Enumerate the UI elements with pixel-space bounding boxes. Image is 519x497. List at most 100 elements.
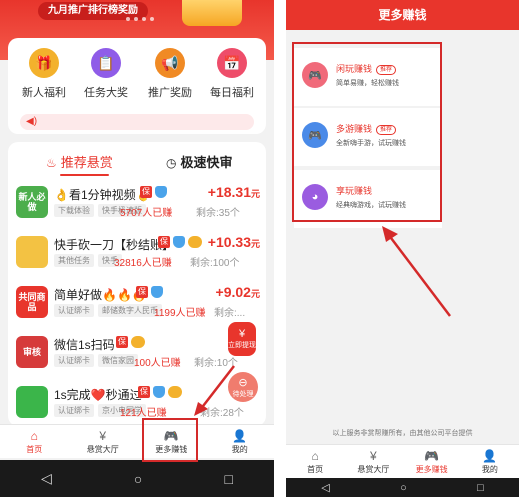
earned-count: 32816人已赚	[114, 258, 172, 269]
task-thumbnail: 审核	[16, 336, 48, 368]
reward-price: +10.33元	[208, 234, 260, 250]
task-title: 1s完成❤️秒通过	[54, 388, 142, 402]
recent-apps-icon[interactable]: □	[224, 471, 232, 487]
earned-count: 100人已赚	[134, 358, 181, 369]
home-icon: ⌂	[30, 429, 38, 443]
gift-box-illustration	[182, 0, 242, 26]
earned-count: 5707人已赚	[120, 208, 173, 219]
quick-item[interactable]: 📋 任务大奖	[76, 48, 136, 100]
highlight-box	[292, 42, 442, 222]
tab-label: 悬赏大厅	[357, 465, 390, 474]
task-tag: 微信家园	[98, 354, 138, 367]
task-badges: 保	[136, 286, 163, 298]
quick-item-label: 新人福利	[22, 87, 66, 99]
left-screen: 九月推广排行榜奖励 🎁 新人福利 📋 任务大奖 📢 推广奖励 📅 每日福利 ◀) ♨ 推荐悬赏 …	[0, 0, 274, 497]
shield-icon	[155, 186, 167, 198]
tab-label: 更多赚钱	[415, 465, 448, 474]
remaining-count: 剩余:100个	[190, 258, 240, 269]
quick-item[interactable]: 🎁 新人福利	[14, 48, 74, 100]
task-thumbnail: 共同商品	[16, 286, 48, 318]
quick-item[interactable]: 📢 推广奖励	[140, 48, 200, 100]
tab-label: 我的	[231, 445, 248, 454]
page-title: 更多赚钱	[286, 0, 519, 30]
tab-home[interactable]: ⌂ 首页	[286, 445, 344, 478]
quick-item-label: 每日福利	[210, 87, 254, 99]
speaker-icon: ◀)	[26, 116, 38, 127]
tab-home[interactable]: ⌂ 首页	[0, 425, 69, 458]
gold-medal-icon	[188, 236, 202, 248]
bounty-hall-icon: ¥	[99, 429, 107, 443]
quick-actions-card: 🎁 新人福利 📋 任务大奖 📢 推广奖励 📅 每日福利 ◀)	[8, 38, 266, 134]
tab-label: 首页	[307, 465, 324, 474]
back-icon[interactable]: ◁	[321, 481, 329, 494]
task-row[interactable]: 共同商品 简单好做🔥🔥🔥 保认证绑卡 邮储数字人民币 1199人已赚 剩余:... +9.0…	[8, 282, 266, 334]
remaining-count: 剩余:35个	[196, 208, 240, 219]
shield-icon	[173, 236, 185, 248]
withdraw-float-button[interactable]: ¥ 立即提现	[228, 322, 256, 356]
yuan-icon: ¥	[238, 328, 246, 340]
bounty-hall-icon: ¥	[370, 449, 377, 463]
highlight-box	[142, 418, 198, 462]
task-row[interactable]: 快手砍一刀【秒结账】保其他任务 快手 32816人已赚 剩余:100个 +10.33元	[8, 232, 266, 284]
reward-unit: 元	[250, 189, 260, 199]
task-tag: 邮储数字人民币	[98, 304, 162, 317]
clipboard-icon: 📋	[91, 48, 121, 78]
annotation-arrow	[382, 226, 451, 317]
recent-apps-icon[interactable]: □	[477, 482, 484, 494]
task-tags: 其他任务 快手	[54, 254, 122, 267]
task-badges: 保	[116, 336, 145, 348]
tab-label: 我的	[481, 465, 498, 474]
quick-item[interactable]: 📅 每日福利	[202, 48, 262, 100]
task-badges: 保	[138, 386, 182, 398]
task-thumbnail: 新人必做	[16, 186, 48, 218]
deposit-badge-icon: 保	[116, 336, 128, 348]
tab-bounty-hall[interactable]: ¥ 悬赏大厅	[344, 445, 402, 478]
tab-label: 首页	[26, 445, 43, 454]
tab-bounty-hall[interactable]: ¥ 悬赏大厅	[69, 425, 138, 458]
flame-icon: ♨	[46, 156, 57, 170]
task-tags: 认证绑卡 微信家园	[54, 354, 138, 367]
tab-recommended[interactable]: ♨ 推荐悬赏	[46, 152, 113, 176]
tab-label: 悬赏大厅	[86, 445, 119, 454]
reward-amount: +18.31	[207, 184, 251, 200]
deposit-badge-icon: 保	[138, 386, 150, 398]
deposit-badge-icon: 保	[136, 286, 148, 298]
shield-icon	[151, 286, 163, 298]
tab-person[interactable]: 👤 我的	[461, 445, 519, 478]
right-screen: 更多赚钱 🎮 闲玩赚钱 推荐 简单易赚，轻松赚钱 🎮 多游赚钱 推荐 全新嗨手游，试玩赚钱 ◕ 享…	[286, 0, 519, 497]
megaphone-icon: 📢	[155, 48, 185, 78]
reward-unit: 元	[250, 239, 260, 249]
home-circle-icon[interactable]: ○	[134, 471, 142, 487]
task-title: 快手砍一刀【秒结账】	[54, 238, 175, 252]
home-icon: ⌂	[311, 449, 319, 463]
task-tag: 其他任务	[54, 254, 94, 267]
remaining-count: 剩余:...	[214, 308, 246, 319]
tab-fast-review[interactable]: ◷ 极速快审	[166, 152, 233, 171]
task-tag: 认证绑卡	[54, 354, 94, 367]
bottom-tab-bar: ⌂ 首页 ¥ 悬赏大厅 🎮 更多赚钱 👤 我的	[0, 424, 274, 458]
task-title: 简单好做🔥🔥🔥	[54, 288, 147, 302]
reward-unit: 元	[250, 289, 260, 299]
task-tag: 认证绑卡	[54, 404, 94, 417]
reward-amount: +9.02	[215, 284, 251, 300]
gold-medal-icon	[131, 336, 145, 348]
system-nav-bar: ◁ ○ □	[286, 478, 519, 497]
deposit-badge-icon: 保	[140, 186, 152, 198]
tab-gamepad[interactable]: 🎮 更多赚钱	[403, 445, 461, 478]
reward-price: +9.02元	[216, 284, 260, 300]
task-thumbnail	[16, 236, 48, 268]
banner-pager	[126, 17, 154, 21]
system-nav-bar: ◁ ○ □	[0, 460, 274, 497]
clock-icon: ◷	[166, 156, 177, 170]
gold-medal-icon	[168, 386, 182, 398]
task-title: 微信1s扫码	[54, 338, 115, 352]
home-circle-icon[interactable]: ○	[400, 482, 407, 494]
back-icon[interactable]: ◁	[41, 470, 52, 487]
task-row[interactable]: 新人必做 👌看1分钟视频👌 保下载体验 快手极速版 5707人已赚 剩余:35个 +18.3…	[8, 182, 266, 234]
task-badges: 保	[158, 236, 202, 248]
tab-person[interactable]: 👤 我的	[206, 425, 275, 458]
notice-bar[interactable]: ◀)	[20, 114, 254, 130]
annotation-arrow	[194, 365, 235, 416]
shield-icon	[153, 386, 165, 398]
task-thumbnail	[16, 386, 48, 418]
